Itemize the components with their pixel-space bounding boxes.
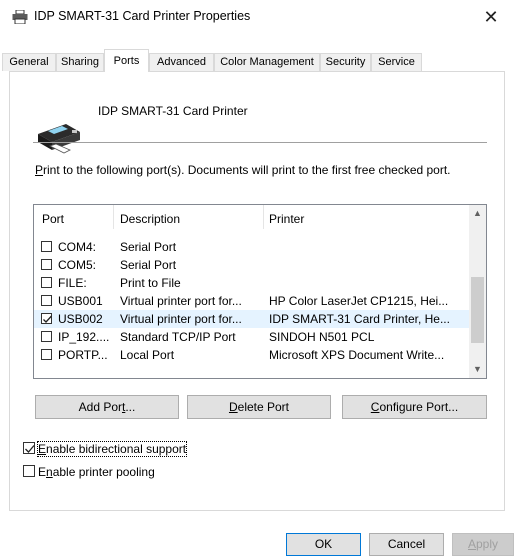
port-row-ip[interactable]: IP_192.... Standard TCP/IP Port SINDOH N… (34, 328, 469, 346)
tab-label: General (9, 56, 49, 68)
btn-text: pply (476, 537, 499, 551)
btn-text: ... (125, 400, 136, 414)
window-title: IDP SMART-31 Card Printer Properties (34, 9, 251, 23)
header-port[interactable]: Port (42, 212, 64, 226)
port-name: IP_192.... (58, 330, 110, 344)
cancel-button[interactable]: Cancel (369, 533, 444, 556)
ok-button[interactable]: OK (286, 533, 361, 556)
tab-color-management[interactable]: Color Management (214, 53, 320, 71)
checkbox-checked[interactable] (23, 442, 35, 454)
header-divider[interactable] (263, 205, 264, 229)
tab-ports[interactable]: Ports (104, 49, 149, 72)
printer-name: IDP SMART-31 Card Printer (98, 104, 248, 118)
scroll-up-arrow-icon[interactable]: ▲ (469, 205, 486, 222)
tab-label: Sharing (61, 56, 99, 68)
checkmark-icon (25, 445, 35, 453)
port-checkbox[interactable] (41, 277, 52, 288)
btn-accel: D (228, 400, 238, 414)
scroll-thumb[interactable] (471, 277, 484, 343)
port-printer: Microsoft XPS Document Write... (269, 348, 445, 362)
tab-strip: General Sharing Ports Advanced Color Man… (0, 49, 514, 72)
port-description: Serial Port (120, 258, 177, 272)
tab-label: Ports (113, 55, 140, 67)
port-description: Print to File (120, 276, 181, 290)
label-text: nable bidirectional support (46, 442, 187, 456)
port-list[interactable]: Port Description Printer COM4: Serial Po… (33, 204, 487, 379)
tab-label: Security (325, 56, 366, 68)
port-checkbox[interactable] (41, 259, 52, 270)
printer-icon (12, 10, 28, 24)
port-checkbox-checked[interactable] (41, 313, 52, 324)
port-name: USB002 (58, 312, 103, 326)
port-description: Local Port (120, 348, 175, 362)
close-icon: ✕ (483, 7, 499, 27)
instructions-text: Print to the following port(s). Document… (35, 163, 455, 177)
port-row-portp[interactable]: PORTP... Local Port Microsoft XPS Docume… (34, 346, 469, 364)
port-name: COM4: (58, 240, 97, 254)
bidirectional-label: Enable bidirectional support (36, 441, 188, 457)
port-checkbox[interactable] (41, 331, 52, 342)
tab-label: Advanced (157, 56, 206, 68)
apply-button[interactable]: Apply (452, 533, 514, 556)
header-printer[interactable]: Printer (269, 212, 304, 226)
port-printer: HP Color LaserJet CP1215, Hei... (269, 294, 449, 308)
title-bar: IDP SMART-31 Card Printer Properties ✕ (0, 0, 514, 34)
port-checkbox[interactable] (41, 241, 52, 252)
configure-port-button[interactable]: Configure Port... (342, 395, 487, 419)
tab-label: Color Management (220, 56, 314, 68)
port-row-file[interactable]: FILE: Print to File (34, 274, 469, 292)
tab-advanced[interactable]: Advanced (149, 53, 214, 71)
delete-port-button[interactable]: Delete Port (187, 395, 331, 419)
port-checkbox[interactable] (41, 349, 52, 360)
port-description: Serial Port (120, 240, 177, 254)
port-name: USB001 (58, 294, 103, 308)
port-printer: IDP SMART-31 Card Printer, He... (269, 312, 450, 326)
btn-accel: A (467, 537, 476, 551)
add-port-button[interactable]: Add Port... (35, 395, 179, 419)
label-text: able printer pooling (52, 465, 155, 479)
port-list-header: Port Description Printer (34, 205, 469, 231)
tab-security[interactable]: Security (320, 53, 371, 71)
properties-window: IDP SMART-31 Card Printer Properties ✕ G… (0, 0, 514, 559)
port-row-usb001[interactable]: USB001 Virtual printer port for... HP Co… (34, 292, 469, 310)
card-printer-icon (38, 124, 80, 154)
accel: n (46, 465, 53, 479)
vertical-scrollbar[interactable]: ▲ ▼ (469, 205, 486, 378)
close-button[interactable]: ✕ (468, 0, 514, 34)
checkbox[interactable] (23, 465, 35, 477)
pooling-label: Enable printer pooling (38, 465, 155, 479)
btn-text: onfigure Port... (379, 400, 459, 414)
port-row-usb002[interactable]: USB002 Virtual printer port for... IDP S… (34, 310, 469, 328)
port-printer: SINDOH N501 PCL (269, 330, 375, 344)
header-description[interactable]: Description (120, 212, 180, 226)
port-name: PORTP... (58, 348, 108, 362)
port-description: Standard TCP/IP Port (120, 330, 236, 344)
separator (33, 142, 487, 143)
port-name: FILE: (58, 276, 87, 290)
port-checkbox[interactable] (41, 295, 52, 306)
tab-sharing[interactable]: Sharing (56, 53, 104, 71)
port-name: COM5: (58, 258, 97, 272)
tab-label: Service (378, 56, 415, 68)
label-text: E (38, 465, 47, 479)
btn-text: Add Por (78, 400, 122, 414)
checkmark-icon (43, 315, 52, 323)
scroll-down-arrow-icon[interactable]: ▼ (469, 361, 486, 378)
header-divider[interactable] (113, 205, 114, 229)
instructions-accel: P (35, 163, 44, 177)
port-row-com5[interactable]: COM5: Serial Port (34, 256, 469, 274)
accel: E (38, 442, 47, 456)
tab-service[interactable]: Service (371, 53, 422, 71)
port-description: Virtual printer port for... (120, 294, 242, 308)
tab-general[interactable]: General (2, 53, 56, 71)
btn-text: elete Port (237, 400, 290, 414)
instructions-body: rint to the following port(s). Documents… (43, 163, 451, 177)
port-description: Virtual printer port for... (120, 312, 242, 326)
port-row-com4[interactable]: COM4: Serial Port (34, 238, 469, 256)
